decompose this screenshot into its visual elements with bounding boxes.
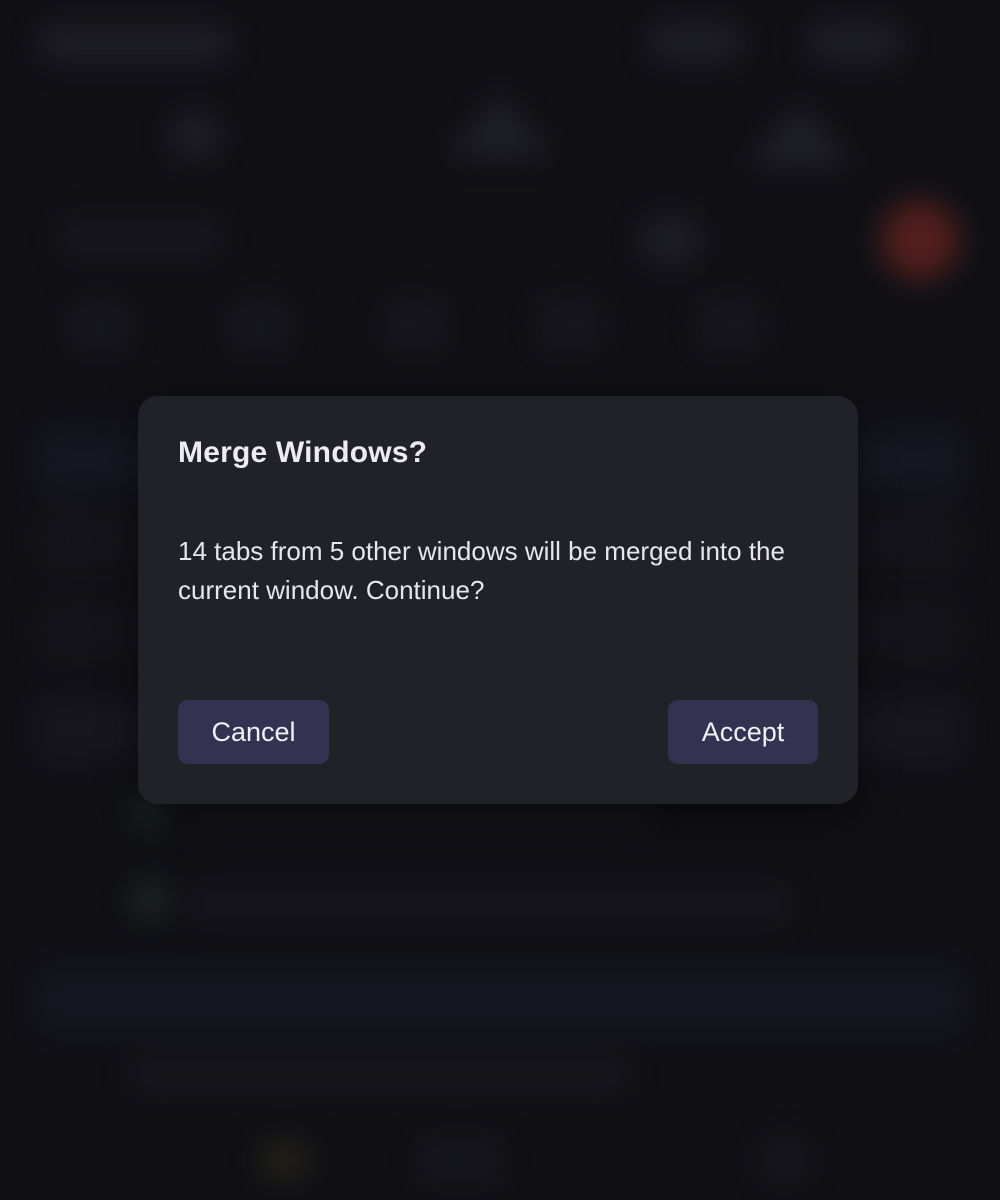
cancel-button[interactable]: Cancel (178, 700, 329, 764)
dialog-title: Merge Windows? (178, 436, 428, 469)
dialog-message: 14 tabs from 5 other windows will be mer… (178, 536, 785, 605)
merge-windows-dialog: Merge Windows? 14 tabs from 5 other wind… (138, 396, 858, 804)
browser-window: Merge Windows? 14 tabs from 5 other wind… (0, 0, 1000, 1200)
accept-button[interactable]: Accept (668, 700, 818, 764)
